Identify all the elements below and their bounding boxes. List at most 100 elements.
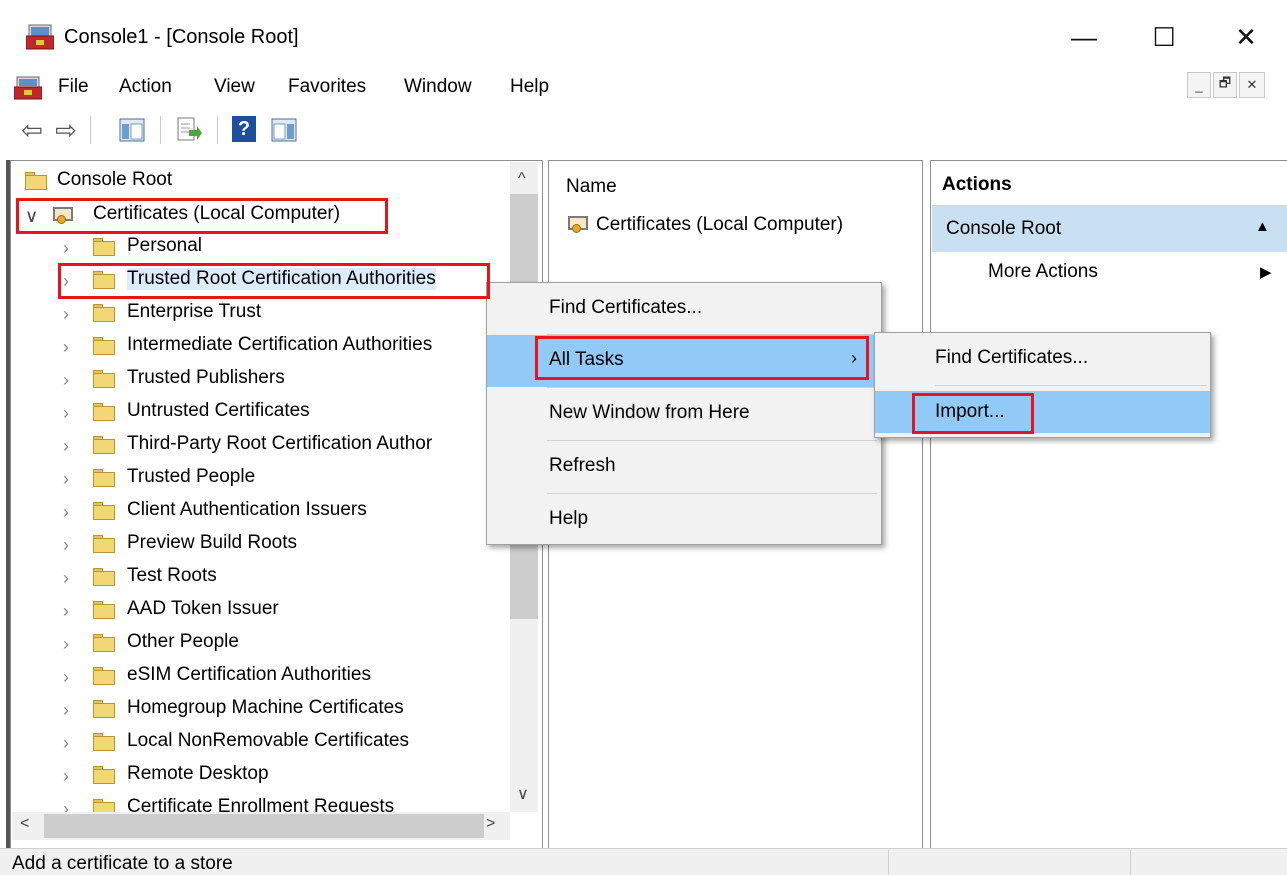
more-actions-link[interactable]: More Actions: [988, 261, 1098, 283]
status-text: Add a certificate to a store: [12, 853, 233, 874]
collapsed-chevron-icon[interactable]: ›: [63, 568, 77, 589]
expanded-chevron-icon[interactable]: ∨: [25, 206, 39, 227]
tree-item-store[interactable]: › Trusted Publishers: [11, 365, 511, 398]
menu-file[interactable]: File: [58, 76, 89, 98]
folder-icon: [93, 304, 115, 322]
tree-item-store[interactable]: › AAD Token Issuer: [11, 596, 511, 629]
context-menu-item-find-certificates[interactable]: Find Certificates...: [487, 283, 881, 335]
menu-window[interactable]: Window: [404, 76, 472, 98]
status-divider: [888, 850, 889, 875]
tree-item-store[interactable]: › Personal: [11, 233, 511, 266]
collapsed-chevron-icon[interactable]: ›: [63, 733, 77, 754]
tree-item-label: Client Authentication Issuers: [127, 499, 367, 520]
menu-action[interactable]: Action: [119, 76, 172, 98]
mdi-minimize-icon: _: [1195, 77, 1203, 93]
tree-item-label: Homegroup Machine Certificates: [127, 697, 404, 718]
tree-item-store[interactable]: › Third-Party Root Certification Author: [11, 431, 511, 464]
tree-item-store[interactable]: › Test Roots: [11, 563, 511, 596]
submenu-arrow-icon: ›: [851, 348, 857, 368]
tree-item-label: Certificates (Local Computer): [93, 203, 341, 224]
tree-item-store[interactable]: › Untrusted Certificates: [11, 398, 511, 431]
collapsed-chevron-icon[interactable]: ›: [63, 304, 77, 325]
scroll-up-icon[interactable]: ^: [518, 170, 526, 188]
tree-item-label: Trusted Root Certification Authorities: [127, 268, 436, 290]
maximize-button[interactable]: ☐: [1134, 14, 1194, 60]
list-item[interactable]: Certificates (Local Computer): [596, 214, 843, 236]
tree-item-store[interactable]: › Trusted Root Certification Authorities: [11, 266, 511, 299]
collapsed-chevron-icon[interactable]: ›: [63, 766, 77, 787]
mdi-restore-button[interactable]: 🗗: [1213, 72, 1237, 98]
show-hide-action-pane-icon[interactable]: [270, 116, 298, 144]
tree-item-console-root[interactable]: Console Root: [11, 167, 511, 200]
collapsed-chevron-icon[interactable]: ›: [63, 370, 77, 391]
tree-horizontal-scroll-thumb[interactable]: [44, 814, 484, 838]
actions-section-label: Console Root: [946, 218, 1062, 239]
collapsed-chevron-icon[interactable]: ›: [63, 436, 77, 457]
menu-view[interactable]: View: [214, 76, 255, 98]
actions-pane: [930, 160, 1287, 850]
tree-item-store[interactable]: › Client Authentication Issuers: [11, 497, 511, 530]
tree-item-store[interactable]: › Preview Build Roots: [11, 530, 511, 563]
tree-item-certificates-local-computer[interactable]: ∨ Certificates (Local Computer): [11, 201, 511, 234]
collapsed-chevron-icon[interactable]: ›: [63, 667, 77, 688]
tree-item-label: Intermediate Certification Authorities: [127, 334, 433, 355]
collapsed-chevron-icon[interactable]: ›: [63, 337, 77, 358]
folder-icon: [93, 337, 115, 355]
menu-favorites[interactable]: Favorites: [288, 76, 366, 98]
console-tree-pane[interactable]: Console Root ∨ Certificates (Local Compu…: [10, 160, 543, 850]
scroll-right-icon[interactable]: >: [486, 815, 495, 833]
name-column-header[interactable]: Name: [566, 176, 617, 198]
menu-item-label: Find Certificates...: [549, 297, 703, 318]
menu-bar: [0, 68, 1287, 106]
mmc-app-icon: [26, 24, 54, 50]
mdi-close-button[interactable]: ✕: [1239, 72, 1265, 98]
folder-icon: [93, 403, 115, 421]
minimize-button[interactable]: —: [1054, 14, 1114, 60]
tree-item-store[interactable]: › Homegroup Machine Certificates: [11, 695, 511, 728]
tree-item-store[interactable]: › Trusted People: [11, 464, 511, 497]
forward-icon[interactable]: ⇨: [52, 115, 80, 145]
collapsed-chevron-icon[interactable]: ›: [63, 502, 77, 523]
tree-item-store[interactable]: › Other People: [11, 629, 511, 662]
toolbar-separator: [90, 116, 91, 144]
collapsed-chevron-icon[interactable]: ›: [63, 238, 77, 259]
collapsed-chevron-icon[interactable]: ›: [63, 601, 77, 622]
collapsed-chevron-icon[interactable]: ›: [63, 634, 77, 655]
menu-item-label: Import...: [935, 401, 1005, 422]
context-menu-item-help[interactable]: Help: [487, 494, 881, 546]
submenu-item-find-certificates[interactable]: Find Certificates...: [875, 335, 1210, 381]
tree-item-store[interactable]: › Intermediate Certification Authorities: [11, 332, 511, 365]
folder-icon: [93, 535, 115, 553]
close-button[interactable]: ✕: [1216, 14, 1276, 60]
back-icon[interactable]: ⇦: [18, 115, 46, 145]
export-list-icon[interactable]: [175, 116, 203, 144]
collapsed-chevron-icon[interactable]: ›: [63, 700, 77, 721]
help-icon[interactable]: ?: [232, 116, 256, 142]
context-menu-item-refresh[interactable]: Refresh: [487, 441, 881, 493]
tree-item-store[interactable]: › Local NonRemovable Certificates: [11, 728, 511, 761]
submenu-item-import[interactable]: Import...: [875, 391, 1210, 433]
folder-icon: [93, 469, 115, 487]
context-menu-item-new-window[interactable]: New Window from Here: [487, 388, 881, 440]
folder-icon: [93, 271, 115, 289]
context-menu-item-all-tasks[interactable]: All Tasks ›: [487, 335, 881, 387]
certificate-snapin-icon: [51, 205, 75, 227]
tree-item-store[interactable]: › Enterprise Trust: [11, 299, 511, 332]
collapsed-chevron-icon[interactable]: ›: [63, 403, 77, 424]
menu-help[interactable]: Help: [510, 76, 549, 98]
scroll-left-icon[interactable]: <: [20, 815, 29, 833]
collapsed-chevron-icon[interactable]: ›: [63, 469, 77, 490]
system-menu-icon[interactable]: [14, 76, 42, 100]
menu-separator: [935, 385, 1207, 386]
tree-item-label: Enterprise Trust: [127, 301, 262, 322]
mdi-close-icon: ✕: [1246, 77, 1258, 92]
collapse-icon[interactable]: ▲: [1255, 218, 1270, 235]
collapsed-chevron-icon[interactable]: ›: [63, 271, 77, 292]
tree-item-store[interactable]: › Remote Desktop: [11, 761, 511, 794]
show-hide-console-tree-icon[interactable]: [118, 116, 146, 144]
tree-item-label: Console Root: [57, 169, 173, 190]
mdi-minimize-button[interactable]: _: [1187, 72, 1211, 98]
tree-item-store[interactable]: › eSIM Certification Authorities: [11, 662, 511, 695]
collapsed-chevron-icon[interactable]: ›: [63, 535, 77, 556]
scroll-down-icon[interactable]: ∨: [517, 784, 529, 804]
